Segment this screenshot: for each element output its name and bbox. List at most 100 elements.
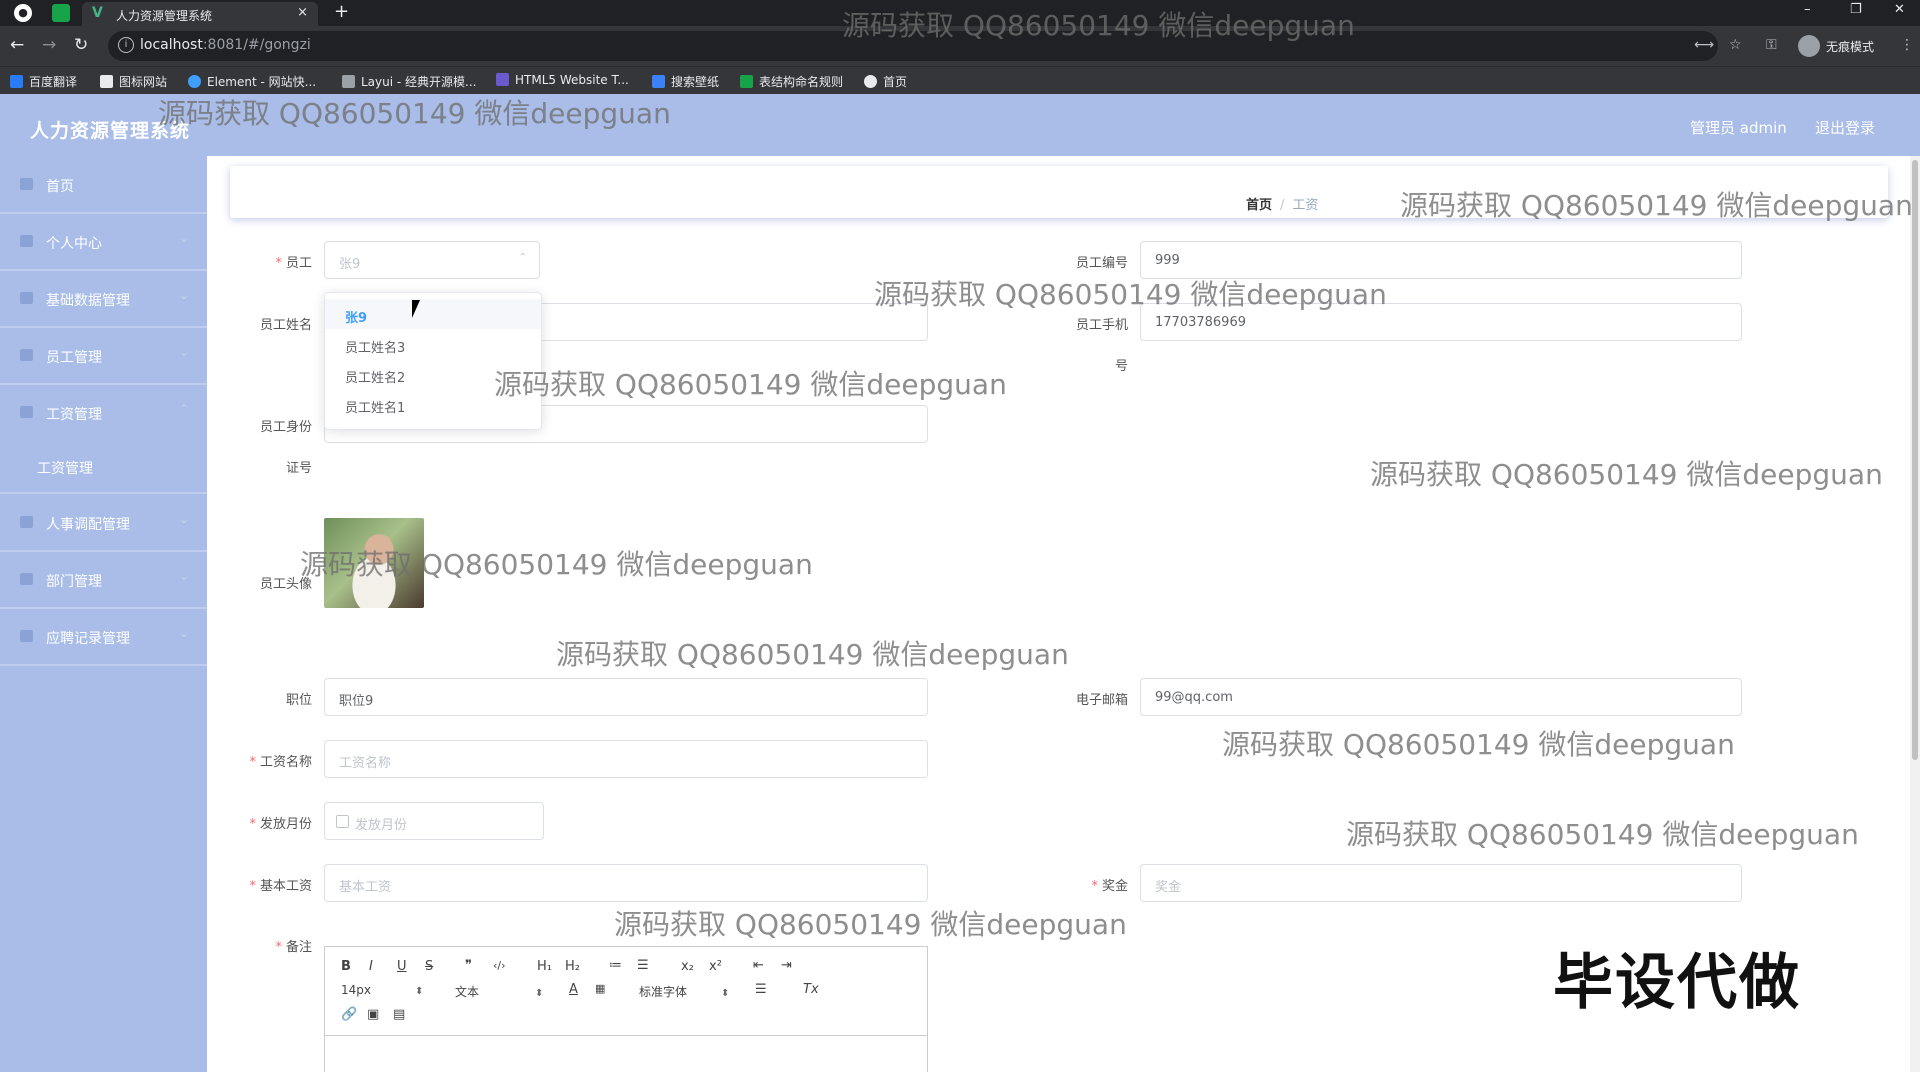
back-icon[interactable]: ← xyxy=(10,35,24,55)
video-icon[interactable]: ▤ xyxy=(393,1007,405,1022)
bullet-list-button[interactable]: ☰ xyxy=(637,958,649,973)
align-icon[interactable]: ☰ xyxy=(755,982,767,997)
pay-month-placeholder: 发放月份 xyxy=(355,818,408,833)
underline-button[interactable]: U xyxy=(397,959,407,974)
forward-icon[interactable]: → xyxy=(42,35,56,55)
html5-icon xyxy=(496,73,509,86)
bookmark-item[interactable]: 搜索壁纸 xyxy=(652,73,719,90)
employee-select[interactable]: 张9 ⌃ xyxy=(324,241,540,279)
bookmark-item[interactable]: Element - 网站快... xyxy=(188,73,316,90)
tab-title: 人力资源管理系统 xyxy=(116,9,213,23)
bookmark-item[interactable]: HTML5 Website T... xyxy=(496,73,629,87)
chevron-down-icon: ⌄ xyxy=(178,512,189,526)
outdent-button[interactable]: ⇤ xyxy=(753,958,764,973)
clear-format-button[interactable]: Tx xyxy=(803,982,819,997)
employee-no-label: 员工编号 xyxy=(1075,256,1128,271)
sidebar-item-label: 员工管理 xyxy=(46,350,102,366)
employee-phone-label: 员工手机 xyxy=(1075,318,1128,333)
email-field[interactable]: 99@qq.com xyxy=(1140,678,1742,716)
sidebar-item-label: 个人中心 xyxy=(46,236,102,252)
block-format-select[interactable]: 文本 ⬍ xyxy=(455,983,543,1000)
watermark-text: 源码获取 QQ86050149 微信deepguan xyxy=(874,278,1387,311)
blockquote-button[interactable]: ❞ xyxy=(465,958,472,973)
bookmark-item[interactable]: 图标网站 xyxy=(100,73,167,90)
tab-close-icon[interactable]: × xyxy=(297,5,308,20)
watermark-text: 源码获取 QQ86050149 微信deepguan xyxy=(1222,728,1735,761)
pay-month-picker[interactable]: 发放月份 xyxy=(324,802,544,840)
remark-label: * 备注 xyxy=(275,940,312,955)
browser-menu-icon[interactable]: ● xyxy=(14,4,32,22)
sidebar-item-label: 工资管理 xyxy=(46,407,102,423)
bookmark-star-icon[interactable]: ☆ xyxy=(1729,37,1742,53)
font-color-icon[interactable]: A xyxy=(569,982,578,997)
sidebar: 首页 个人中心 ⌄ 基础数据管理 ⌄ 员工管理 ⌄ 工资管理 ⌃ 工资管理 人事… xyxy=(0,156,207,1072)
sidebar-item-employees[interactable]: 员工管理 ⌄ xyxy=(0,327,207,385)
sidebar-item-home[interactable]: 首页 xyxy=(0,156,207,214)
sidebar-item-profile[interactable]: 个人中心 ⌄ xyxy=(0,213,207,271)
incognito-icon[interactable] xyxy=(1798,35,1820,57)
italic-button[interactable]: I xyxy=(369,959,373,974)
sidebar-item-applications[interactable]: 应聘记录管理 ⌄ xyxy=(0,608,207,666)
translate-icon[interactable]: ⟷ xyxy=(1694,37,1714,53)
h1-button[interactable]: H₁ xyxy=(537,959,552,974)
page-scrollbar[interactable] xyxy=(1910,156,1920,1072)
close-window-icon[interactable]: ✕ xyxy=(1894,2,1905,17)
restore-icon[interactable]: ❐ xyxy=(1850,2,1862,17)
sidebar-item-label: 应聘记录管理 xyxy=(46,631,130,647)
h2-button[interactable]: H₂ xyxy=(565,959,580,974)
remark-editor[interactable]: B I U S ❞ ‹/› H₁ H₂ ≔ ☰ x₂ x² ⇤ ⇥ 14px ⬍ … xyxy=(324,946,928,1072)
background-color-icon[interactable]: ▦ xyxy=(595,982,605,995)
browser-tab[interactable]: V 人力资源管理系统 × xyxy=(82,2,318,26)
position-field[interactable]: 职位9 xyxy=(324,678,928,716)
site-info-icon[interactable]: i xyxy=(118,37,134,53)
sidebar-item-department[interactable]: 部门管理 ⌄ xyxy=(0,551,207,609)
employee-phone-value: 17703786969 xyxy=(1155,315,1246,330)
transfer-icon xyxy=(20,516,33,528)
browser-more-icon[interactable]: ⋮ xyxy=(1900,37,1914,53)
employee-phone-label-wrap: 号 xyxy=(1114,359,1128,374)
sidebar-item-transfer[interactable]: 人事调配管理 ⌄ xyxy=(0,492,207,552)
base-salary-placeholder: 基本工资 xyxy=(339,880,392,895)
new-tab-button[interactable]: + xyxy=(334,1,349,22)
sidebar-item-label: 基础数据管理 xyxy=(46,293,130,309)
code-block-button[interactable]: ‹/› xyxy=(493,959,506,972)
image-icon[interactable]: ▣ xyxy=(367,1007,379,1022)
ordered-list-button[interactable]: ≔ xyxy=(609,958,622,973)
bookmark-item[interactable]: 百度翻译 xyxy=(10,73,77,90)
sidebar-item-salary[interactable]: 工资管理 ⌃ xyxy=(0,384,207,440)
logout-link[interactable]: 退出登录 xyxy=(1815,117,1875,138)
strike-button[interactable]: S xyxy=(425,959,433,974)
indent-button[interactable]: ⇥ xyxy=(781,958,792,973)
employee-name-label: 员工姓名 xyxy=(259,318,312,333)
reload-icon[interactable]: ↻ xyxy=(74,35,88,55)
salary-name-label: * 工资名称 xyxy=(249,755,312,770)
minimize-icon[interactable]: – xyxy=(1804,2,1811,17)
breadcrumb-home[interactable]: 首页 xyxy=(1246,198,1272,213)
dropdown-option[interactable]: 员工姓名3 xyxy=(325,329,541,359)
watermark-text: 源码获取 QQ86050149 微信deepguan xyxy=(556,638,1069,671)
font-family-select[interactable]: 标准字体 ⬍ xyxy=(639,983,729,1000)
font-size-select[interactable]: 14px ⬍ xyxy=(341,983,423,997)
bookmark-item[interactable]: 表结构命名规则 xyxy=(740,73,843,90)
bookmark-item[interactable]: Layui - 经典开源模... xyxy=(342,73,476,90)
link-icon[interactable]: 🔗 xyxy=(341,1007,357,1022)
subscript-button[interactable]: x₂ xyxy=(681,959,694,974)
bookmark-item[interactable]: 首页 xyxy=(864,73,907,90)
chevron-up-icon: ⌃ xyxy=(178,402,189,416)
salary-name-input[interactable]: 工资名称 xyxy=(324,740,928,778)
superscript-button[interactable]: x² xyxy=(709,959,722,974)
base-salary-input[interactable]: 基本工资 xyxy=(324,864,928,902)
pinned-tab-icon[interactable] xyxy=(52,4,70,22)
sidebar-subitem-salary[interactable]: 工资管理 xyxy=(0,440,207,492)
key-icon[interactable]: ⚿ xyxy=(1766,37,1777,53)
baidu-translate-icon xyxy=(10,75,23,88)
sidebar-item-base-data[interactable]: 基础数据管理 ⌄ xyxy=(0,270,207,328)
scrollbar-thumb[interactable] xyxy=(1912,160,1918,760)
bookmarks-bar: 百度翻译 图标网站 Element - 网站快... Layui - 经典开源模… xyxy=(0,66,1920,95)
admin-label: 管理员 admin xyxy=(1690,119,1787,137)
bold-button[interactable]: B xyxy=(341,959,351,974)
sidebar-item-label: 首页 xyxy=(46,179,74,195)
dropdown-option[interactable]: 张9 xyxy=(325,299,541,329)
globe-icon xyxy=(864,75,877,88)
bonus-input[interactable]: 奖金 xyxy=(1140,864,1742,902)
